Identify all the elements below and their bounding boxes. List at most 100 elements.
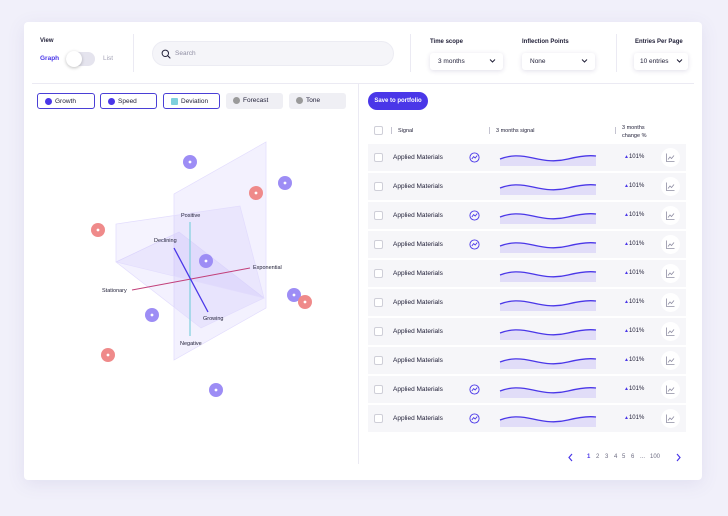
row-checkbox[interactable]: [374, 414, 383, 423]
row-checkbox[interactable]: [374, 240, 383, 249]
page-1[interactable]: 1: [587, 454, 590, 460]
filter-speed[interactable]: Speed: [100, 93, 157, 109]
signal-sparkline: [499, 386, 597, 398]
row-checkbox[interactable]: [374, 385, 383, 394]
row-change: ▲101%: [624, 415, 644, 421]
save-to-portfolio-button[interactable]: Save to portfolio: [368, 92, 428, 110]
row-change-value: 101%: [628, 415, 645, 421]
view-option-graph[interactable]: Graph: [40, 55, 59, 62]
row-chart-button[interactable]: [661, 322, 680, 341]
view-toggle[interactable]: [66, 51, 95, 67]
graph-point-red[interactable]: [101, 348, 115, 362]
graph-point-purple[interactable]: [145, 308, 159, 322]
graph-point-red[interactable]: [91, 223, 105, 237]
page-100[interactable]: 100: [650, 454, 660, 460]
filter-tone[interactable]: Tone: [289, 93, 346, 109]
row-chart-button[interactable]: [661, 235, 680, 254]
row-change: ▲101%: [624, 270, 644, 276]
row-signal-name[interactable]: Applied Materials: [393, 415, 443, 422]
row-signal-name[interactable]: Applied Materials: [393, 154, 443, 161]
row-change-value: 101%: [628, 154, 645, 160]
signal-sparkline: [499, 183, 597, 195]
header-signal[interactable]: Signal: [398, 128, 413, 134]
table-row[interactable]: Applied Materials ▲101%: [368, 173, 686, 200]
inflection-points-select[interactable]: None: [522, 53, 595, 70]
row-checkbox[interactable]: [374, 356, 383, 365]
graph-point-purple[interactable]: [278, 176, 292, 190]
filter-deviation[interactable]: Deviation: [163, 93, 220, 109]
graph-point-red[interactable]: [298, 295, 312, 309]
graph-point-purple[interactable]: [183, 155, 197, 169]
table-row[interactable]: Applied Materials ▲101%: [368, 289, 686, 316]
filter-speed-dot: [108, 98, 115, 105]
filter-growth[interactable]: Growth: [37, 93, 95, 109]
select-all-checkbox[interactable]: [374, 126, 383, 135]
row-signal-name[interactable]: Applied Materials: [393, 212, 443, 219]
row-checkbox[interactable]: [374, 153, 383, 162]
sort-icon[interactable]: [614, 127, 617, 134]
row-signal-name[interactable]: Applied Materials: [393, 183, 443, 190]
row-signal-name[interactable]: Applied Materials: [393, 270, 443, 277]
chevron-down-icon: [676, 59, 683, 63]
time-scope-select[interactable]: 3 months: [430, 53, 503, 70]
graph-point-purple[interactable]: [199, 254, 213, 268]
row-chart-button[interactable]: [661, 293, 680, 312]
page-3[interactable]: 3: [605, 454, 608, 460]
row-change-value: 101%: [628, 386, 645, 392]
row-chart-button[interactable]: [661, 148, 680, 167]
signal-sparkline: [499, 241, 597, 253]
prev-page-icon[interactable]: [567, 453, 574, 462]
row-signal-name[interactable]: Applied Materials: [393, 386, 443, 393]
table-row[interactable]: Applied Materials ▲101%: [368, 202, 686, 229]
page-5[interactable]: 5: [622, 454, 625, 460]
row-checkbox[interactable]: [374, 298, 383, 307]
row-chart-button[interactable]: [661, 351, 680, 370]
row-chart-button[interactable]: [661, 409, 680, 428]
header-three-months-signal[interactable]: 3 months signal: [496, 128, 535, 134]
row-checkbox[interactable]: [374, 327, 383, 336]
toolbar-divider: [616, 34, 617, 72]
filter-deviation-label: Deviation: [181, 98, 209, 105]
table-row[interactable]: Applied Materials ▲101%: [368, 405, 686, 432]
row-chart-button[interactable]: [661, 206, 680, 225]
row-signal-name[interactable]: Applied Materials: [393, 299, 443, 306]
table-row[interactable]: Applied Materials ▲101%: [368, 347, 686, 374]
time-scope-label: Time scope: [430, 39, 463, 45]
table-row[interactable]: Applied Materials ▲101%: [368, 376, 686, 403]
row-chart-button[interactable]: [661, 380, 680, 399]
sort-icon[interactable]: [488, 127, 491, 134]
panel-divider: [358, 84, 359, 464]
filter-forecast[interactable]: Forecast: [226, 93, 283, 109]
row-change: ▲101%: [624, 328, 644, 334]
view-option-list[interactable]: List: [103, 55, 113, 62]
row-chart-button[interactable]: [661, 264, 680, 283]
graph-point-purple[interactable]: [209, 383, 223, 397]
signal-sparkline: [499, 299, 597, 311]
entries-per-page-select[interactable]: 10 entries: [634, 53, 688, 70]
filter-tone-dot: [296, 97, 303, 104]
chevron-down-icon: [489, 59, 496, 63]
row-checkbox[interactable]: [374, 269, 383, 278]
row-signal-name[interactable]: Applied Materials: [393, 241, 443, 248]
row-checkbox[interactable]: [374, 182, 383, 191]
page-6[interactable]: 6: [631, 454, 634, 460]
page-2[interactable]: 2: [596, 454, 599, 460]
graph-point-red[interactable]: [249, 186, 263, 200]
row-signal-name[interactable]: Applied Materials: [393, 357, 443, 364]
search-box[interactable]: Search: [152, 41, 394, 66]
search-input[interactable]: Search: [175, 50, 196, 57]
row-change-value: 101%: [628, 328, 645, 334]
sort-icon[interactable]: [390, 127, 393, 134]
table-row[interactable]: Applied Materials ▲101%: [368, 144, 686, 171]
row-chart-button[interactable]: [661, 177, 680, 196]
table-row[interactable]: Applied Materials ▲101%: [368, 318, 686, 345]
next-page-icon[interactable]: [675, 453, 682, 462]
page-4[interactable]: 4: [614, 454, 617, 460]
row-signal-name[interactable]: Applied Materials: [393, 328, 443, 335]
table-row[interactable]: Applied Materials ▲101%: [368, 231, 686, 258]
line-chart-icon: [666, 211, 675, 220]
table-row[interactable]: Applied Materials ▲101%: [368, 260, 686, 287]
header-change[interactable]: 3 months change %: [622, 124, 652, 140]
filter-forecast-dot: [233, 97, 240, 104]
row-checkbox[interactable]: [374, 211, 383, 220]
